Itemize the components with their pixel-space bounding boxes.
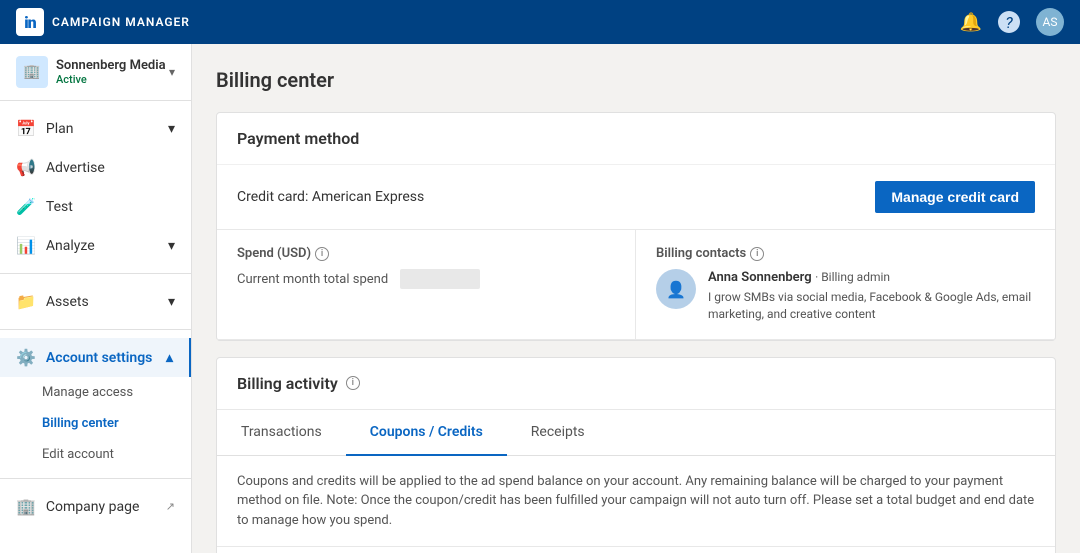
account-settings-submenu: Manage access Billing center Edit accoun… (0, 377, 191, 470)
spend-value-row: Current month total spend (237, 269, 615, 289)
contact-badge: · Billing admin (815, 270, 890, 284)
billing-contacts-info-icon[interactable]: i (750, 247, 764, 261)
company-icon: 🏢 (16, 497, 36, 516)
billing-activity-info-icon[interactable]: i (346, 376, 360, 390)
coupons-info-text: Coupons and credits will be applied to t… (217, 456, 1055, 548)
linkedin-logo[interactable]: in CAMPAIGN MANAGER (16, 8, 190, 36)
sidebar-divider-3 (0, 478, 191, 479)
help-icon[interactable]: ? (998, 11, 1020, 33)
sidebar-item-analyze[interactable]: 📊 Analyze ▾ (0, 226, 191, 265)
sidebar-item-label-advertise: Advertise (46, 160, 105, 176)
app-title: CAMPAIGN MANAGER (52, 15, 190, 29)
account-selector[interactable]: 🏢 Sonnenberg Media Active ▾ (0, 44, 191, 101)
payment-method-header: Payment method (217, 113, 1055, 165)
sidebar-item-billing-center[interactable]: Billing center (42, 408, 191, 439)
chevron-up-icon: ▴ (166, 350, 173, 366)
contact-description: I grow SMBs via social media, Facebook &… (708, 289, 1035, 323)
sidebar-item-label-company: Company page (46, 499, 139, 515)
advertise-icon: 📢 (16, 158, 36, 177)
settings-icon: ⚙️ (16, 348, 36, 367)
sidebar-item-assets[interactable]: 📁 Assets ▾ (0, 282, 191, 321)
linkedin-icon: in (16, 8, 44, 36)
account-info: 🏢 Sonnenberg Media Active (16, 56, 166, 88)
spend-cell: Spend (USD) i Current month total spend (217, 230, 636, 339)
sidebar-divider-2 (0, 329, 191, 330)
sidebar-item-label-plan: Plan (46, 121, 74, 137)
assets-icon: 📁 (16, 292, 36, 311)
sidebar-item-edit-account[interactable]: Edit account (42, 439, 191, 470)
credit-card-row: Credit card: American Express Manage cre… (217, 165, 1055, 230)
contact-details: Anna Sonnenberg · Billing admin I grow S… (708, 269, 1035, 323)
sidebar-item-company-page[interactable]: 🏢 Company page ↗ (0, 487, 191, 526)
manage-credit-card-button[interactable]: Manage credit card (875, 181, 1035, 213)
user-avatar[interactable]: AS (1036, 8, 1064, 36)
billing-activity-header: Billing activity i (217, 358, 1055, 410)
billing-contacts-cell: Billing contacts i 👤 Anna Sonnenberg · B… (636, 230, 1055, 339)
account-details: Sonnenberg Media Active (56, 58, 166, 86)
spend-info-icon[interactable]: i (315, 247, 329, 261)
sidebar-item-advertise[interactable]: 📢 Advertise (0, 148, 191, 187)
contact-name-row: Anna Sonnenberg · Billing admin (708, 269, 1035, 285)
contact-name: Anna Sonnenberg (708, 270, 812, 285)
sidebar-item-label-account-settings: Account settings (46, 350, 152, 366)
sidebar-divider-1 (0, 273, 191, 274)
redeem-button-wrapper: Redeem coupons (217, 547, 1055, 553)
main-content: Billing center Payment method Credit car… (192, 44, 1080, 553)
top-navigation: in CAMPAIGN MANAGER 🔔 ? AS (0, 0, 1080, 44)
billing-contacts-header: Billing contacts i (656, 246, 1035, 261)
sidebar-item-label-test: Test (46, 199, 73, 215)
chevron-icon-analyze: ▾ (168, 238, 175, 254)
chevron-icon-plan: ▾ (168, 121, 175, 137)
payment-grid: Spend (USD) i Current month total spend … (217, 230, 1055, 340)
page-title: Billing center (216, 68, 1056, 92)
analyze-icon: 📊 (16, 236, 36, 255)
main-layout: 🏢 Sonnenberg Media Active ▾ 📅 Plan ▾ 📢 (0, 44, 1080, 553)
chevron-down-icon: ▾ (169, 65, 175, 79)
sidebar-item-label-assets: Assets (46, 294, 89, 310)
topnav-right: 🔔 ? AS (960, 8, 1064, 36)
tab-coupons-credits[interactable]: Coupons / Credits (346, 410, 507, 456)
sidebar-nav: 📅 Plan ▾ 📢 Advertise 🧪 Test 📊 (0, 101, 191, 534)
sidebar: 🏢 Sonnenberg Media Active ▾ 📅 Plan ▾ 📢 (0, 44, 192, 553)
sidebar-item-plan[interactable]: 📅 Plan ▾ (0, 109, 191, 148)
notification-icon[interactable]: 🔔 (960, 12, 982, 33)
account-avatar: 🏢 (16, 56, 48, 88)
spend-placeholder (400, 269, 480, 289)
plan-icon: 📅 (16, 119, 36, 138)
sidebar-item-test[interactable]: 🧪 Test (0, 187, 191, 226)
billing-contact: 👤 Anna Sonnenberg · Billing admin I grow… (656, 269, 1035, 323)
credit-card-label: Credit card: American Express (237, 189, 424, 205)
payment-method-card: Payment method Credit card: American Exp… (216, 112, 1056, 341)
spend-value-label: Current month total spend (237, 272, 388, 287)
billing-activity-card: Billing activity i Transactions Coupons … (216, 357, 1056, 553)
contact-avatar: 👤 (656, 269, 696, 309)
external-link-icon: ↗ (166, 500, 175, 513)
billing-activity-title: Billing activity (237, 374, 338, 393)
topnav-left: in CAMPAIGN MANAGER (16, 8, 190, 36)
sidebar-item-account-settings[interactable]: ⚙️ Account settings ▴ (0, 338, 191, 377)
account-status: Active (56, 73, 166, 86)
sidebar-item-manage-access[interactable]: Manage access (42, 377, 191, 408)
chevron-icon-assets: ▾ (168, 294, 175, 310)
tab-transactions[interactable]: Transactions (217, 410, 346, 456)
sidebar-item-label-analyze: Analyze (46, 238, 95, 254)
tab-receipts[interactable]: Receipts (507, 410, 609, 456)
account-name: Sonnenberg Media (56, 58, 166, 73)
billing-tabs: Transactions Coupons / Credits Receipts (217, 410, 1055, 456)
test-icon: 🧪 (16, 197, 36, 216)
spend-header: Spend (USD) i (237, 246, 615, 261)
